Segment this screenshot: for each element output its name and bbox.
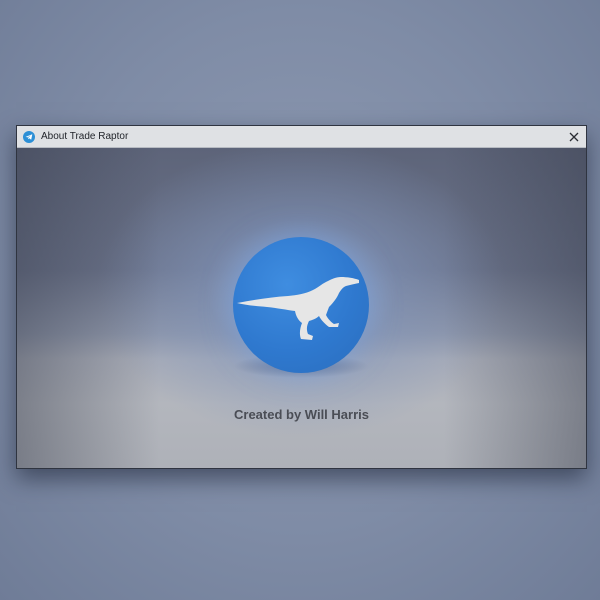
raptor-logo-icon (233, 237, 369, 373)
about-content: Created by Will Harris (17, 148, 586, 468)
credit-text: Created by Will Harris (234, 407, 369, 422)
telegram-plane-icon (23, 130, 35, 143)
close-button[interactable] (562, 126, 586, 147)
title-bar[interactable]: About Trade Raptor (17, 126, 586, 148)
close-icon (569, 132, 579, 141)
about-dialog: About Trade Raptor Created by Will Harri… (16, 125, 587, 469)
window-title: About Trade Raptor (41, 131, 129, 142)
